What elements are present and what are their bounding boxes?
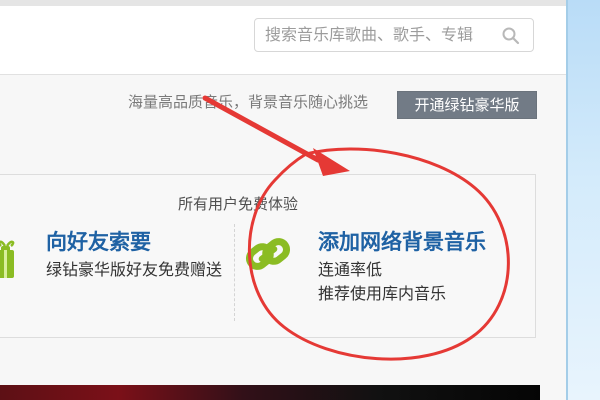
promo-bar: 海量高品质音乐，背景音乐随心挑选 开通绿钻豪华版 — [0, 75, 566, 131]
network-description-line-1: 连通率低 — [318, 260, 383, 279]
main-content: 海量高品质音乐，背景音乐随心挑选 开通绿钻豪华版 所有用户免费体验 向好友索要 … — [0, 75, 566, 400]
feature-divider — [234, 224, 235, 321]
add-network-music-feature[interactable]: 添加网络背景音乐 连通率低 推荐使用库内音乐 — [245, 224, 525, 324]
gift-icon — [0, 240, 15, 278]
promo-text: 海量高品质音乐，背景音乐随心挑选 — [128, 93, 369, 111]
search-placeholder: 搜索音乐库歌曲、歌手、专辑 — [265, 25, 474, 44]
search-input[interactable]: 搜索音乐库歌曲、歌手、专辑 — [254, 18, 534, 52]
network-description-line-2: 推荐使用库内音乐 — [318, 284, 447, 303]
header: 搜索音乐库歌曲、歌手、专辑 — [0, 6, 566, 75]
qzone-music-settings-window: 搜索音乐库歌曲、歌手、专辑 海量高品质音乐，背景音乐随心挑选 开通绿钻豪华版 所… — [0, 0, 600, 400]
right-frame — [566, 0, 600, 400]
open-green-diamond-button[interactable]: 开通绿钻豪华版 — [397, 91, 537, 119]
panel-title: 所有用户免费体验 — [178, 195, 299, 213]
add-network-music-title[interactable]: 添加网络背景音乐 — [318, 229, 486, 255]
search-icon[interactable] — [501, 26, 521, 46]
ask-friend-description: 绿钻豪华版好友免费赠送 — [46, 260, 223, 279]
link-icon — [245, 238, 291, 270]
ask-friend-feature[interactable]: 向好友索要 绿钻豪华版好友免费赠送 — [0, 224, 233, 314]
banner-image — [0, 385, 540, 400]
free-experience-panel: 所有用户免费体验 向好友索要 绿钻豪华版好友免费赠送 添加网络背景音乐 连通率低… — [0, 174, 536, 338]
ask-friend-title[interactable]: 向好友索要 — [46, 229, 151, 255]
